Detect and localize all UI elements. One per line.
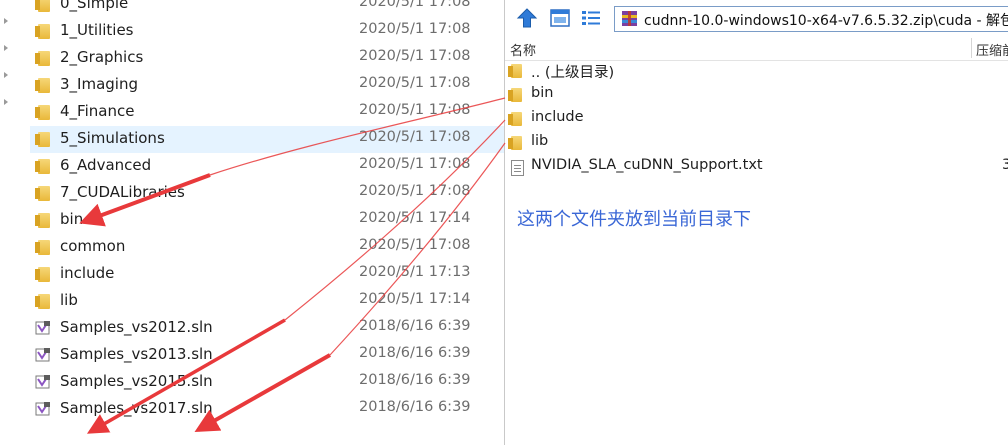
file-name: 3_Imaging	[60, 75, 138, 93]
modified-date: 2020/5/1 17:08	[359, 102, 471, 118]
folder-icon	[35, 186, 50, 201]
address-bar[interactable]: cudnn-10.0-windows10-x64-v7.6.5.32.zip\c…	[614, 6, 1008, 32]
file-name: 7_CUDALibraries	[60, 183, 185, 201]
folder-icon	[35, 51, 50, 66]
arrow-up-icon[interactable]	[515, 6, 539, 30]
folder-row[interactable]: 2_Graphics 2020/5/1 17:08	[30, 45, 506, 72]
list-view-icon[interactable]	[579, 6, 603, 30]
folder-icon	[35, 159, 50, 174]
folder-row[interactable]: 4_Finance 2020/5/1 17:08	[30, 99, 506, 126]
modified-date: 2020/5/1 17:08	[359, 75, 471, 91]
archive-window: cudnn-10.0-windows10-x64-v7.6.5.32.zip\c…	[505, 0, 1008, 445]
file-name: Samples_vs2013.sln	[60, 345, 213, 363]
file-name: Samples_vs2015.sln	[60, 372, 213, 390]
folder-row[interactable]: 6_Advanced 2020/5/1 17:08	[30, 153, 506, 180]
folder-icon	[35, 105, 50, 120]
file-row[interactable]: Samples_vs2013.sln 2018/6/16 6:39	[30, 342, 506, 369]
visual-studio-solution-icon	[35, 320, 51, 336]
folder-row[interactable]: 7_CUDALibraries 2020/5/1 17:08	[30, 180, 506, 207]
modified-date: 2020/5/1 17:14	[359, 291, 471, 307]
folder-row[interactable]: 5_Simulations 2020/5/1 17:08	[30, 126, 506, 153]
expand-chevron-icon[interactable]	[4, 45, 8, 51]
file-row[interactable]: Samples_vs2015.sln 2018/6/16 6:39	[30, 369, 506, 396]
modified-date: 2020/5/1 17:08	[359, 0, 471, 10]
folder-icon	[35, 213, 50, 228]
file-name: Samples_vs2017.sln	[60, 399, 213, 417]
modified-date: 2020/5/1 17:08	[359, 183, 471, 199]
archive-file-row[interactable]: NVIDIA_SLA_cuDNN_Support.txt 3	[505, 155, 1008, 179]
column-header: 名称 压缩前	[505, 36, 1008, 61]
modified-date: 2020/5/1 17:08	[359, 21, 471, 37]
file-name: Samples_vs2012.sln	[60, 318, 213, 336]
visual-studio-solution-icon	[35, 401, 51, 417]
archive-folder-row[interactable]: include	[505, 107, 1008, 131]
expand-chevron-icon[interactable]	[4, 72, 8, 78]
folder-icon	[508, 112, 522, 126]
folder-icon	[35, 267, 50, 282]
folder-row[interactable]: 3_Imaging 2020/5/1 17:08	[30, 72, 506, 99]
file-row[interactable]: Samples_vs2012.sln 2018/6/16 6:39	[30, 315, 506, 342]
file-name: 6_Advanced	[60, 156, 152, 174]
modified-date: 2020/5/1 17:08	[359, 237, 471, 253]
expand-chevron-icon[interactable]	[4, 99, 8, 105]
archive-item-size: 3	[1002, 157, 1008, 173]
archive-folder-row[interactable]: lib	[505, 131, 1008, 155]
folder-icon	[508, 88, 522, 102]
file-name: 5_Simulations	[60, 129, 165, 147]
archive-item-name: .. (上级目录)	[531, 65, 615, 81]
folder-icon	[35, 0, 50, 12]
modified-date: 2018/6/16 6:39	[359, 399, 471, 415]
modified-date: 2020/5/1 17:08	[359, 156, 471, 172]
text-file-icon	[511, 160, 524, 176]
archive-item-name: bin	[531, 85, 554, 101]
modified-date: 2020/5/1 17:13	[359, 264, 471, 280]
archive-item-name: lib	[531, 133, 549, 149]
winrar-icon	[621, 10, 638, 27]
file-name: lib	[60, 291, 78, 309]
archive-item-name: include	[531, 109, 584, 125]
file-name: 2_Graphics	[60, 48, 144, 66]
visual-studio-solution-icon	[35, 374, 51, 390]
expand-chevron-icon[interactable]	[4, 18, 8, 24]
folder-row[interactable]: 1_Utilities 2020/5/1 17:08	[30, 18, 506, 45]
left-file-explorer: 0_Simple 2020/5/1 17:08 1_Utilities 2020/5/…	[0, 0, 506, 445]
file-name: 1_Utilities	[60, 21, 134, 39]
file-name: bin	[60, 210, 84, 228]
annotation-note: 这两个文件夹放到当前目录下	[517, 209, 751, 230]
column-separator[interactable]	[971, 38, 972, 58]
archive-item-name: NVIDIA_SLA_cuDNN_Support.txt	[531, 157, 763, 173]
folder-icon	[508, 64, 522, 78]
file-row[interactable]: Samples_vs2017.sln 2018/6/16 6:39	[30, 396, 506, 423]
modified-date: 2018/6/16 6:39	[359, 345, 471, 361]
modified-date: 2018/6/16 6:39	[359, 318, 471, 334]
modified-date: 2018/6/16 6:39	[359, 372, 471, 388]
visual-studio-solution-icon	[35, 347, 51, 363]
file-name: 4_Finance	[60, 102, 135, 120]
folder-icon	[35, 240, 50, 255]
column-name-header[interactable]: 名称	[510, 40, 536, 59]
folder-icon	[35, 294, 50, 309]
modified-date: 2020/5/1 17:14	[359, 210, 471, 226]
file-name: include	[60, 264, 115, 282]
modified-date: 2020/5/1 17:08	[359, 48, 471, 64]
folder-row[interactable]: lib 2020/5/1 17:14	[30, 288, 506, 315]
nav-pane-edge	[0, 0, 14, 445]
column-packed-header[interactable]: 压缩前	[976, 40, 1008, 59]
archive-toolbar: cudnn-10.0-windows10-x64-v7.6.5.32.zip\c…	[505, 0, 1008, 36]
file-name: common	[60, 237, 126, 255]
file-name: 0_Simple	[60, 0, 129, 12]
folder-row[interactable]: 0_Simple 2020/5/1 17:08	[30, 0, 506, 18]
archive-folder-row[interactable]: .. (上级目录)	[505, 59, 1008, 83]
folder-icon	[35, 24, 50, 39]
archive-folder-row[interactable]: bin	[505, 83, 1008, 107]
folder-icon	[35, 78, 50, 93]
folder-row[interactable]: bin 2020/5/1 17:14	[30, 207, 506, 234]
folder-icon	[508, 136, 522, 150]
modified-date: 2020/5/1 17:08	[359, 129, 471, 145]
address-text: cudnn-10.0-windows10-x64-v7.6.5.32.zip\c…	[644, 13, 1008, 29]
folder-row[interactable]: include 2020/5/1 17:13	[30, 261, 506, 288]
folder-icon	[35, 132, 50, 147]
window-view-icon[interactable]	[548, 6, 572, 30]
folder-row[interactable]: common 2020/5/1 17:08	[30, 234, 506, 261]
